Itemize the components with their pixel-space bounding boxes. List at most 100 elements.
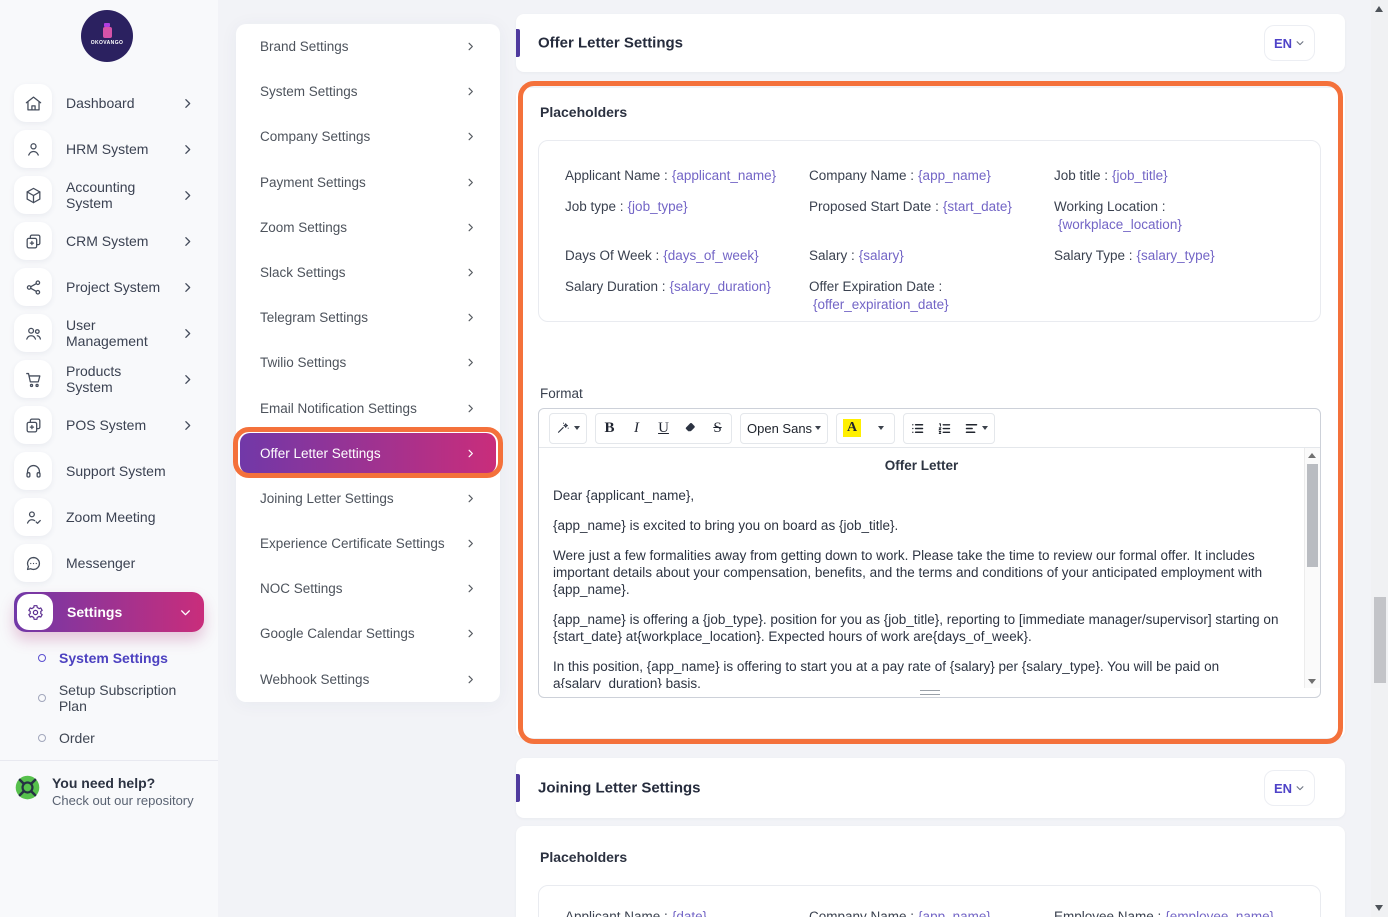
sidebar-subitem-order[interactable]: Order [14, 718, 204, 758]
settings-menu-item-joining-letter[interactable]: Joining Letter Settings [236, 476, 500, 521]
settings-sub-nav: System Settings Setup Subscription Plan … [14, 638, 204, 758]
ordered-list-button[interactable] [931, 414, 958, 443]
chevron-down-icon [1295, 38, 1305, 48]
sidebar-item-user-management[interactable]: User Management [14, 310, 204, 356]
sidebar-subitem-setup-subscription-plan[interactable]: Setup Subscription Plan [14, 678, 204, 718]
language-dropdown[interactable]: EN [1264, 25, 1315, 61]
editor-content[interactable]: Offer Letter Dear {applicant_name}, {app… [539, 447, 1320, 688]
settings-menu-item-slack[interactable]: Slack Settings [236, 250, 500, 295]
magic-style-button[interactable] [550, 414, 586, 443]
chevron-right-icon [465, 312, 476, 323]
sidebar-item-zoom-meeting[interactable]: Zoom Meeting [14, 494, 204, 540]
settings-menu-item-webhook[interactable]: Webhook Settings [236, 656, 500, 701]
font-family-group: Open Sans [740, 413, 828, 444]
scroll-up-arrow-icon[interactable] [1308, 453, 1316, 458]
chevron-right-icon [465, 583, 476, 594]
app-logo[interactable]: OKOVANGO [81, 10, 133, 62]
placeholder-item: Company Name :{app_name} [809, 908, 1054, 917]
home-icon [14, 84, 52, 122]
lifebuoy-icon [14, 774, 41, 801]
settings-menu-item-google-calendar[interactable]: Google Calendar Settings [236, 611, 500, 656]
bold-button[interactable]: B [596, 414, 623, 443]
settings-menu-item-brand[interactable]: Brand Settings [236, 24, 500, 69]
language-value: EN [1274, 36, 1292, 51]
sidebar-item-pos-system[interactable]: POS System [14, 402, 204, 448]
settings-menu-item-company[interactable]: Company Settings [236, 114, 500, 159]
sidebar-item-hrm-system[interactable]: HRM System [14, 126, 204, 172]
clear-format-button[interactable] [677, 414, 704, 443]
color-dropdown-button[interactable] [867, 414, 894, 443]
page-scrollbar-thumb[interactable] [1374, 597, 1386, 683]
page-scrollbar[interactable] [1371, 0, 1388, 917]
placeholder-item: Applicant Name :{date} [565, 908, 809, 917]
strikethrough-button[interactable]: S [704, 414, 731, 443]
sidebar-item-dashboard[interactable]: Dashboard [14, 80, 204, 126]
menu-item-label: System Settings [260, 84, 358, 99]
sidebar-item-label: HRM System [66, 141, 167, 157]
sidebar-subitem-system-settings[interactable]: System Settings [14, 638, 204, 678]
sidebar-item-project-system[interactable]: Project System [14, 264, 204, 310]
joining-placeholders-box: Applicant Name :{date} Company Name :{ap… [538, 885, 1321, 917]
sidebar-item-crm-system[interactable]: CRM System [14, 218, 204, 264]
italic-button[interactable]: I [623, 414, 650, 443]
placeholders-title: Placeholders [540, 104, 627, 120]
settings-menu-item-twilio[interactable]: Twilio Settings [236, 340, 500, 385]
caret-down-icon [574, 426, 580, 430]
underline-button[interactable]: U [650, 414, 677, 443]
placeholder-item: Salary Type :{salary_type} [1054, 247, 1310, 265]
scroll-down-arrow-icon[interactable] [1308, 679, 1316, 684]
scroll-up-arrow-icon[interactable] [1375, 6, 1383, 12]
sidebar-item-products-system[interactable]: Products System [14, 356, 204, 402]
caret-down-icon [815, 426, 821, 430]
chat-bubble-icon [14, 544, 52, 582]
chevron-right-icon [465, 674, 476, 685]
user-check-icon [14, 498, 52, 536]
users-icon [14, 314, 52, 352]
sidebar-item-label: Accounting System [66, 179, 167, 211]
sidebar-item-messenger[interactable]: Messenger [14, 540, 204, 586]
chevron-down-icon [179, 606, 192, 619]
settings-menu-item-experience-certificate[interactable]: Experience Certificate Settings [236, 521, 500, 566]
sidebar-item-settings[interactable]: Settings [14, 592, 204, 632]
font-family-dropdown[interactable]: Open Sans [741, 414, 827, 443]
scroll-down-arrow-icon[interactable] [1375, 905, 1383, 911]
settings-menu-item-email-notification[interactable]: Email Notification Settings [236, 386, 500, 431]
windows-icon [14, 222, 52, 260]
caret-down-icon [982, 426, 988, 430]
bullet-icon [38, 654, 46, 662]
settings-menu-item-system[interactable]: System Settings [236, 69, 500, 114]
menu-item-label: Joining Letter Settings [260, 491, 394, 506]
sidebar-item-accounting-system[interactable]: Accounting System [14, 172, 204, 218]
menu-item-label: Telegram Settings [260, 310, 368, 325]
settings-menu-item-telegram[interactable]: Telegram Settings [236, 295, 500, 340]
cart-icon [14, 360, 52, 398]
editor-resize-handle[interactable] [920, 690, 940, 695]
subitem-label: Setup Subscription Plan [59, 682, 204, 714]
package-icon [14, 176, 52, 214]
chevron-right-icon [465, 448, 476, 459]
menu-item-label: Email Notification Settings [260, 401, 417, 416]
offer-letter-content-card: Placeholders Applicant Name :{applicant_… [516, 88, 1345, 738]
settings-menu-item-offer-letter[interactable]: Offer Letter Settings [240, 433, 496, 474]
list-ul-icon [910, 421, 925, 436]
help-section[interactable]: You need help? Check out our repository [14, 774, 194, 810]
unordered-list-button[interactable] [904, 414, 931, 443]
settings-menu-item-noc[interactable]: NOC Settings [236, 566, 500, 611]
menu-item-label: NOC Settings [260, 581, 343, 596]
language-dropdown[interactable]: EN [1264, 770, 1315, 806]
menu-item-label: Company Settings [260, 129, 370, 144]
settings-menu-item-payment[interactable]: Payment Settings [236, 160, 500, 205]
chevron-right-icon [465, 538, 476, 549]
settings-menu-item-zoom[interactable]: Zoom Settings [236, 205, 500, 250]
paragraph-align-button[interactable] [958, 414, 994, 443]
menu-item-label: Webhook Settings [260, 672, 369, 687]
text-color-button[interactable]: A [837, 414, 867, 443]
editor-scrollbar-thumb[interactable] [1307, 464, 1318, 567]
joining-letter-header-card: Joining Letter Settings EN [516, 758, 1345, 818]
placeholder-item: Job type :{job_type} [565, 198, 809, 234]
editor-scrollbar[interactable] [1304, 448, 1320, 688]
sidebar-item-label: CRM System [66, 233, 167, 249]
sidebar-item-label: Messenger [66, 555, 204, 571]
sidebar-item-support-system[interactable]: Support System [14, 448, 204, 494]
help-subtitle[interactable]: Check out our repository [52, 792, 194, 810]
